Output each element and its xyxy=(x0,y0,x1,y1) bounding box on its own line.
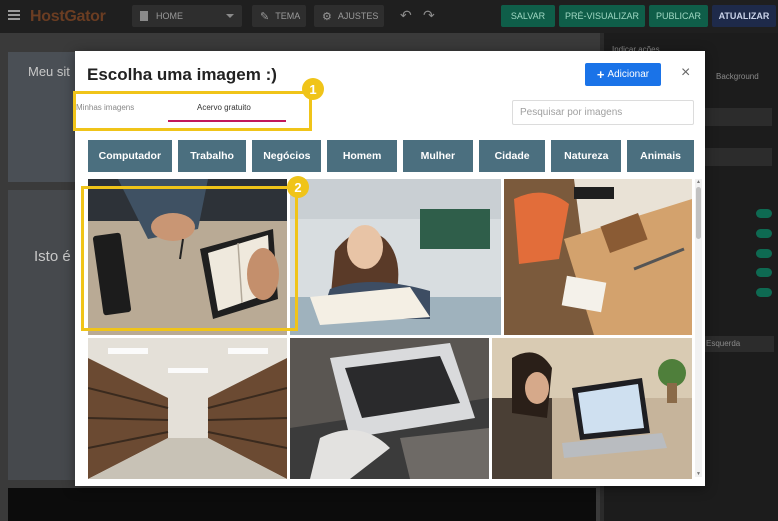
gear-icon: ⚙ xyxy=(322,10,332,23)
site-body-text: Isto é xyxy=(34,248,71,265)
panel-toggle[interactable] xyxy=(756,268,772,277)
annotation-badge-1: 1 xyxy=(302,78,324,100)
image-thumbnail[interactable] xyxy=(290,179,501,335)
settings-button-label: AJUSTES xyxy=(337,11,379,21)
plus-icon: + xyxy=(596,67,605,82)
category-bar: Computador Trabalho Negócios Homem Mulhe… xyxy=(88,140,694,172)
scroll-up-arrow-icon[interactable]: ▲ xyxy=(695,179,702,185)
theme-button[interactable]: ✎ TEMA xyxy=(252,5,306,27)
theme-button-label: TEMA xyxy=(275,11,301,21)
save-button[interactable]: SALVAR xyxy=(501,5,555,27)
publish-button[interactable]: PUBLICAR xyxy=(649,5,708,27)
page-selector-value: HOME xyxy=(156,11,183,21)
modal-title: Escolha uma imagem :) xyxy=(87,65,277,84)
add-image-label: Adicionar xyxy=(607,69,650,80)
image-thumbnail[interactable] xyxy=(492,338,692,479)
redo-icon[interactable]: ↷ xyxy=(423,7,435,24)
category-button-cidade[interactable]: Cidade xyxy=(478,140,546,172)
chevron-down-icon xyxy=(226,14,234,18)
site-title-text: Meu sit xyxy=(28,64,70,79)
scroll-down-arrow-icon[interactable]: ▼ xyxy=(695,471,702,477)
settings-button[interactable]: ⚙ AJUSTES xyxy=(314,5,384,27)
alignment-select[interactable]: Esquerda xyxy=(700,336,774,352)
annotation-highlight-tabs xyxy=(73,91,312,131)
undo-icon[interactable]: ↶ xyxy=(400,7,412,24)
panel-toggle[interactable] xyxy=(756,209,772,218)
page-selector[interactable]: HOME xyxy=(132,5,242,27)
image-search-input[interactable] xyxy=(512,100,694,125)
add-image-button[interactable]: + Adicionar xyxy=(585,63,661,86)
close-icon[interactable]: × xyxy=(681,64,690,82)
update-button[interactable]: ATUALIZAR xyxy=(712,5,776,27)
panel-tab-background[interactable]: Background xyxy=(716,72,759,81)
category-button-homem[interactable]: Homem xyxy=(327,140,397,172)
category-button-natureza[interactable]: Natureza xyxy=(551,140,622,172)
category-button-trabalho[interactable]: Trabalho xyxy=(177,140,247,172)
panel-toggle[interactable] xyxy=(756,288,772,297)
preview-button[interactable]: PRÉ-VISUALIZAR xyxy=(559,5,645,27)
site-footer-block xyxy=(8,488,596,521)
category-button-animais[interactable]: Animais xyxy=(627,140,694,172)
panel-toggle[interactable] xyxy=(756,249,772,258)
category-button-negocios[interactable]: Negócios xyxy=(252,140,322,172)
scrollbar-thumb[interactable] xyxy=(696,187,701,239)
hamburger-menu-icon[interactable] xyxy=(8,10,20,20)
category-button-computador[interactable]: Computador xyxy=(88,140,172,172)
brand-logo: HostGator xyxy=(30,8,106,25)
image-thumbnail[interactable] xyxy=(290,338,489,479)
image-thumbnail[interactable] xyxy=(504,179,692,335)
image-thumbnail[interactable] xyxy=(88,338,287,479)
panel-toggle[interactable] xyxy=(756,229,772,238)
annotation-badge-2: 2 xyxy=(287,176,309,198)
category-button-mulher[interactable]: Mulher xyxy=(402,140,473,172)
brush-icon: ✎ xyxy=(260,10,270,23)
document-icon xyxy=(140,11,148,21)
editor-topbar: HostGator HOME ✎ TEMA ⚙ AJUSTES ↶ ↷ SALV… xyxy=(0,0,778,33)
annotation-highlight-image xyxy=(81,186,298,331)
